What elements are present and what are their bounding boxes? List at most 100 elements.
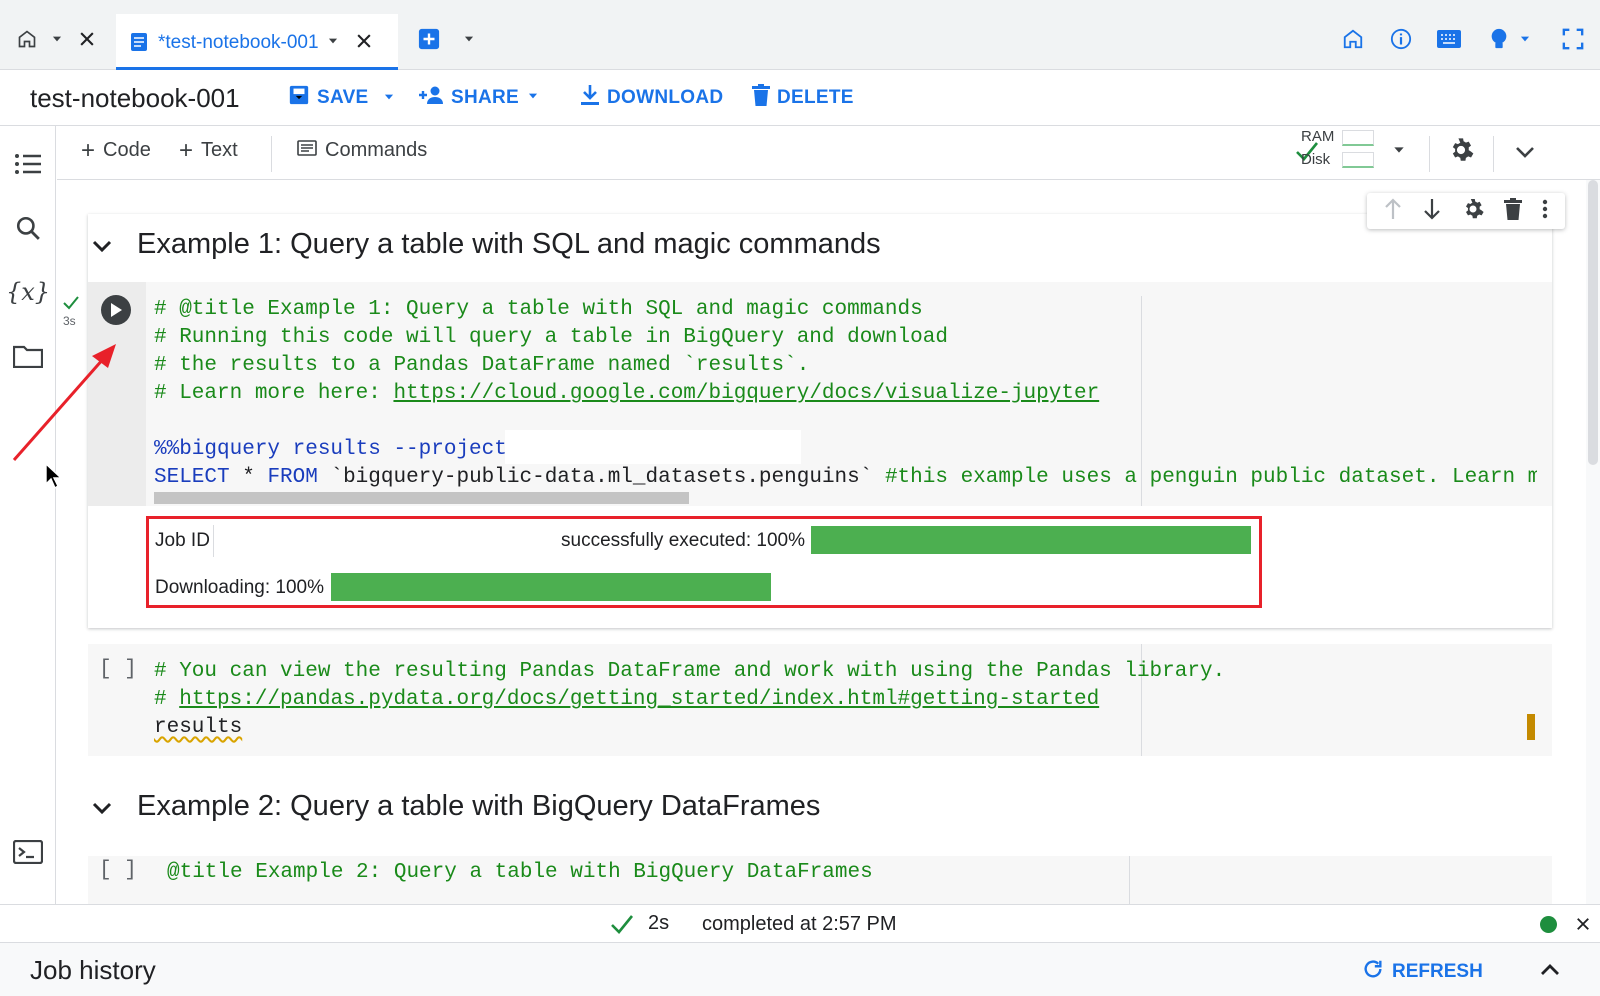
download-label: DOWNLOAD [607,87,724,108]
save-dropdown-icon[interactable] [382,90,396,109]
share-dropdown-icon[interactable] [526,87,540,109]
delete-button[interactable]: DELETE [752,84,854,112]
left-rail: {x} [0,126,56,904]
sql-keyword: FROM [267,466,318,489]
notebook-header: test-notebook-001 SAVE SHARE DOWNLOAD DE… [0,70,1600,126]
horizontal-scrollbar[interactable] [154,492,689,504]
toolbar-divider [1429,136,1430,172]
code-line: # Running this code will query a table i… [154,326,948,349]
table-of-contents-icon[interactable] [12,148,44,180]
notebook-content[interactable]: Example 1: Query a table with SQL and ma… [57,180,1585,904]
save-button[interactable]: SAVE [288,84,369,112]
tab-dropdown-icon[interactable] [326,34,340,53]
magic-command-line: %%bigquery results --project [154,438,507,461]
home-icon[interactable] [1340,26,1366,52]
delete-label: DELETE [777,87,854,108]
close-home-tab-icon[interactable] [74,26,100,52]
runtime-dropdown-icon[interactable] [1391,142,1407,163]
cell-settings-gear-icon[interactable] [1461,197,1485,226]
commands-label: Commands [325,139,428,161]
job-history-title: Job history [30,955,156,985]
keyboard-icon[interactable] [1436,26,1462,52]
tab-label: *test-notebook-001 [158,32,319,53]
code-line: # Learn more here: https://cloud.google.… [154,380,1099,408]
disk-meter [1342,152,1374,168]
code-line: # the results to a Pandas DataFrame name… [154,354,810,377]
download-status: Downloading: 100% [155,577,325,598]
plus-icon: + [179,136,194,164]
code-line: # https://pandas.pydata.org/docs/getting… [154,686,1099,714]
code-ruler [1129,856,1130,904]
sql-line: SELECT * FROM `bigquery-public-data.ml_d… [154,464,1537,492]
lightbulb-icon[interactable] [1486,26,1512,52]
completed-check-icon [610,913,634,940]
execution-duration: 2s [648,912,670,934]
close-status-icon[interactable] [1574,915,1592,938]
toolbar-divider [271,136,272,172]
status-bar: 2s completed at 2:57 PM [0,904,1600,942]
pandas-docs-link[interactable]: https://pandas.pydata.org/docs/getting_s… [179,688,1099,711]
move-cell-up-icon[interactable] [1383,197,1403,225]
search-icon[interactable] [12,212,44,244]
download-icon [580,84,600,112]
terminal-icon[interactable] [12,836,44,868]
delete-cell-trash-icon[interactable] [1504,197,1523,225]
run-cell-bracket[interactable]: [ ] [99,658,137,681]
job-progress-bar [811,526,1251,554]
commands-button[interactable]: Commands [297,139,427,162]
sql-star: * [229,466,268,489]
close-tab-icon[interactable] [354,31,374,56]
sql-comment: #this example uses a penguin public data… [884,466,1537,489]
settings-gear-icon[interactable] [1447,136,1475,169]
section-collapse-chevron-icon[interactable] [90,796,114,820]
collapse-chevron-icon[interactable] [1513,140,1537,169]
home-tab-dropdown-icon[interactable] [44,26,70,52]
share-label: SHARE [451,87,520,108]
save-icon [288,84,310,112]
add-text-button[interactable]: + Text [179,136,238,164]
ram-meter [1342,130,1374,146]
section-collapse-chevron-icon[interactable] [90,234,114,258]
disk-label: Disk [1301,151,1331,168]
home-tab-icon[interactable] [14,26,40,52]
commands-icon [297,139,317,162]
variables-icon[interactable]: {x} [6,276,50,308]
job-status: successfully executed: 100% [561,530,805,551]
tab-test-notebook[interactable]: *test-notebook-001 [116,14,398,70]
plus-icon: + [81,136,96,164]
code-line: # You can view the resulting Pandas Data… [154,660,1226,683]
job-progress-track [811,526,1251,554]
refresh-button[interactable]: REFRESH [1362,958,1483,986]
mouse-cursor-icon [45,462,63,490]
new-tab-icon[interactable] [416,26,442,52]
new-tab-dropdown-icon[interactable] [456,26,482,52]
lightbulb-dropdown-icon[interactable] [1512,26,1538,52]
save-label: SAVE [317,87,369,108]
download-button[interactable]: DOWNLOAD [580,84,723,112]
code-line: # @title Example 1: Query a table with S… [154,298,923,321]
run-cell-bracket[interactable]: [ ] [99,859,137,882]
docs-link[interactable]: https://cloud.google.com/bigquery/docs/v… [393,382,1099,405]
add-code-button[interactable]: + Code [81,136,151,164]
annotation-arrow [12,344,116,461]
add-text-label: Text [201,139,238,161]
section-heading: Example 1: Query a table with SQL and ma… [137,228,881,260]
notebook-title[interactable]: test-notebook-001 [30,83,240,114]
code-comment: # [154,688,180,711]
code-line: @title Example 2: Query a table with Big… [167,861,873,884]
code-line: results [154,716,243,739]
more-options-icon[interactable] [1541,198,1549,225]
share-button[interactable]: SHARE [418,84,540,112]
completion-time: completed at 2:57 PM [702,913,897,935]
notebook-toolbar: + Code + Text Commands RAM Disk [57,126,1600,180]
run-cell-button[interactable] [101,295,131,325]
fullscreen-icon[interactable] [1560,26,1586,52]
vertical-scrollbar-thumb[interactable] [1588,180,1598,465]
expand-panel-chevron-icon[interactable] [1538,958,1562,987]
share-person-icon [418,85,444,111]
add-code-label: Code [103,139,151,161]
cursor-marker [1527,714,1535,740]
move-cell-down-icon[interactable] [1422,198,1442,225]
download-progress-bar [331,573,771,601]
info-icon[interactable] [1388,26,1414,52]
